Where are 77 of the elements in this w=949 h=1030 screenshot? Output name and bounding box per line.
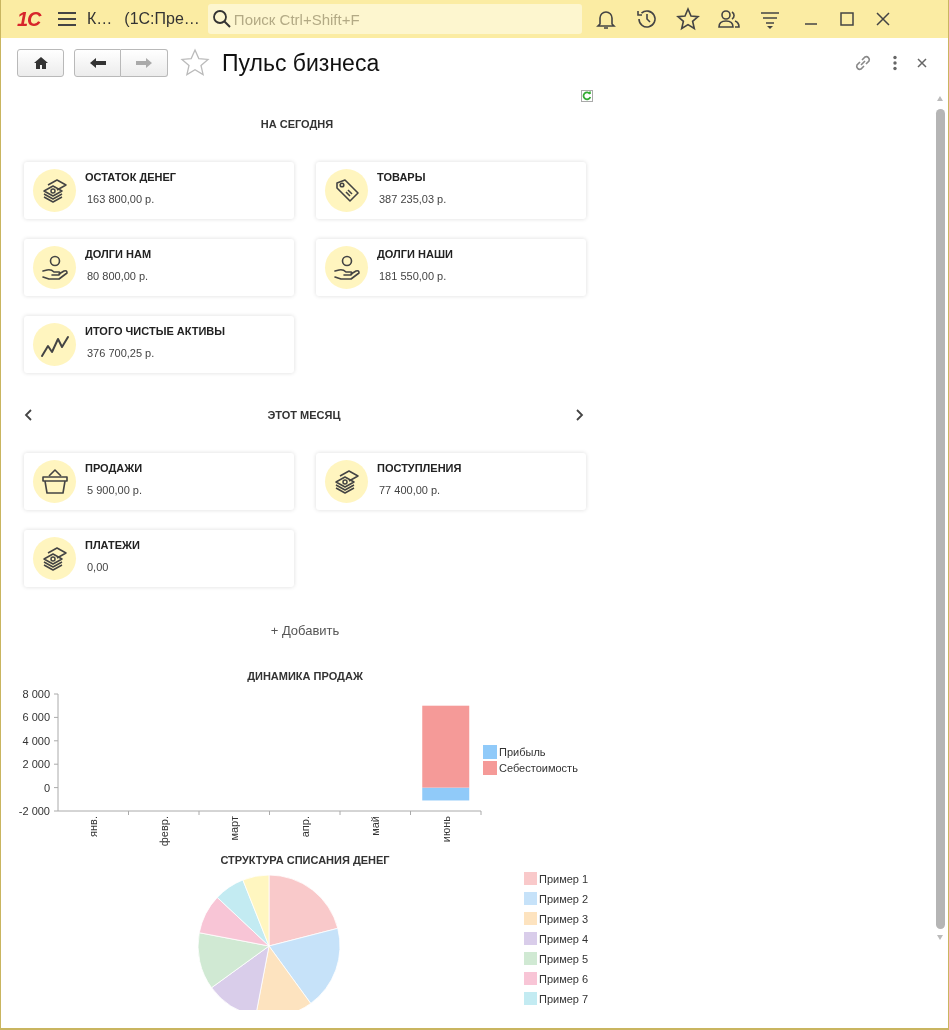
legend-label: Себестоимость [499,762,578,774]
card-title: ИТОГО ЧИСТЫЕ АКТИВЫ [85,324,226,337]
card-title: ДОЛГИ НАМ [85,247,152,260]
card-value: 77 400,00 р. [379,483,442,496]
add-link[interactable]: + Добавить [270,623,340,638]
legend-label: Пример 6 [539,973,589,985]
card-title: ПРОДАЖИ [85,461,143,474]
x-tick-label: апр. [298,816,311,838]
legend-label: Пример 1 [539,873,589,885]
card-title: ПОСТУПЛЕНИЯ [377,461,462,474]
summary-card[interactable]: ПРОДАЖИ 5 900,00 р. [24,453,294,510]
chart-title: ДИНАМИКА ПРОДАЖ [246,670,364,682]
trend-icon [33,323,76,366]
right-arrow-icon [135,57,153,69]
home-icon [32,56,49,70]
search-icon [211,9,232,29]
basket-icon [33,460,76,503]
previous-arrow[interactable] [23,408,35,422]
card-value: 163 800,00 р. [87,192,156,205]
x-tick-label: февр. [157,816,170,847]
card-title: ОСТАТОК ДЕНЕГ [85,170,177,183]
hand-icon [33,246,76,289]
legend-label: Прибыль [499,746,546,758]
summary-card[interactable]: ТОВАРЫ 387 235,03 р. [316,162,586,219]
home-button[interactable] [17,49,64,77]
y-tick-label: 8 000 [22,688,50,700]
card-title: ДОЛГИ НАШИ [377,247,453,260]
money-icon [33,537,76,580]
legend-label: Пример 3 [539,913,589,925]
summary-card[interactable]: ОСТАТОК ДЕНЕГ 163 800,00 р. [24,162,294,219]
app-logo[interactable]: 1С [17,7,57,31]
card-value: 80 800,00 р. [87,269,150,282]
x-tick-label: янв. [87,816,100,837]
y-tick-label: -2 000 [18,805,50,817]
search-field[interactable]: Поиск Ctrl+Shift+F [207,4,582,34]
chart-title: СТРУКТУРА СПИСАНИЯ ДЕНЕГ [219,854,391,866]
card-title: ТОВАРЫ [377,170,427,183]
summary-card[interactable]: ПЛАТЕЖИ 0,00 [24,530,294,587]
summary-card[interactable]: ДОЛГИ НАМ 80 800,00 р. [24,239,294,296]
summary-card[interactable]: ИТОГО ЧИСТЫЕ АКТИВЫ 376 700,25 р. [24,316,294,373]
legend-label: Пример 7 [539,993,589,1005]
favorite-star-icon[interactable] [180,48,210,78]
section-heading: ЭТОТ МЕСЯЦ [267,409,341,421]
page-title: Пульс бизнеса [222,49,380,77]
summary-card[interactable]: ДОЛГИ НАШИ 181 550,00 р. [316,239,586,296]
money-icon [33,169,76,212]
x-tick-label: июнь [439,816,452,843]
card-value: 387 235,03 р. [379,192,447,205]
card-value: 0,00 [87,560,110,573]
hand-icon [325,246,368,289]
refresh-icon[interactable] [581,90,593,102]
money-icon [325,460,368,503]
window-subtitle: (1С:Пре… [124,10,200,28]
legend-label: Пример 4 [539,933,589,945]
legend-label: Пример 2 [539,893,589,905]
card-value: 181 550,00 р. [379,269,448,282]
scrollbar-thumb[interactable] [935,109,945,929]
window-title: К… [87,10,113,28]
x-tick-label: май [369,816,382,836]
y-tick-label: 2 000 [22,758,50,771]
x-tick-label: март [228,816,241,841]
menu-icon[interactable] [57,11,77,27]
card-value: 5 900,00 р. [87,483,143,496]
close-icon[interactable] [916,57,928,69]
next-arrow[interactable] [573,408,585,422]
back-button[interactable] [74,49,121,77]
y-tick-label: 6 000 [22,711,50,724]
card-value: 376 700,25 р. [87,346,156,359]
tag-icon [325,169,368,212]
more-icon[interactable] [892,55,898,71]
section-heading: НА СЕГОДНЯ [259,118,335,130]
card-title: ПЛАТЕЖИ [85,538,140,551]
summary-card[interactable]: ПОСТУПЛЕНИЯ 77 400,00 р. [316,453,586,510]
y-tick-label: 0 [43,781,50,794]
y-tick-label: 4 000 [22,734,50,747]
left-arrow-icon [88,57,107,69]
legend-label: Пример 5 [539,953,589,965]
